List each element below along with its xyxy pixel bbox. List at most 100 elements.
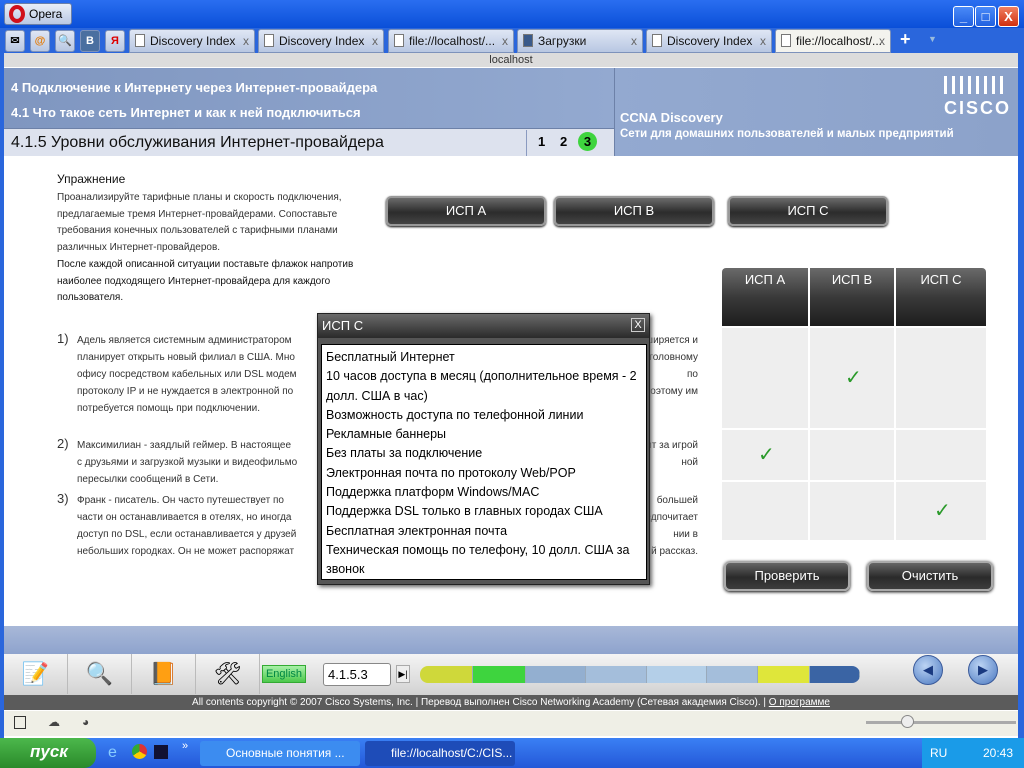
tab-file-localhost-active[interactable]: file://localhost/... x — [775, 29, 891, 53]
mail-icon[interactable]: ✉ — [5, 30, 25, 52]
page-1-link[interactable]: 1 — [538, 134, 545, 149]
tab-discovery-index-1[interactable]: Discovery Index x — [129, 29, 255, 53]
popup-feature-list: Бесплатный Интернет 10 часов доступа в ме… — [321, 344, 647, 580]
tools-icon[interactable]: 🛠 — [196, 654, 260, 694]
tab-discovery-index-2[interactable]: Discovery Index x — [258, 29, 384, 53]
isp-a-button[interactable]: ИСП A — [386, 196, 546, 226]
zoom-slider[interactable] — [866, 721, 1016, 724]
go-to-page-button[interactable]: ▶| — [396, 665, 410, 683]
about-link[interactable]: О программе — [769, 697, 830, 708]
progress-segment[interactable] — [757, 666, 810, 683]
feature-item: Бесплатный Интернет — [326, 350, 455, 364]
answer-cell-3-2[interactable] — [810, 482, 894, 540]
tab-label: file://localhost/... — [409, 34, 496, 48]
tab-downloads[interactable]: Загрузки x — [517, 29, 643, 53]
page-number-input[interactable] — [323, 663, 391, 686]
section-title: 4.1 Что такое сеть Интернет и как к ней … — [11, 105, 361, 120]
document-icon — [652, 34, 662, 47]
language-indicator[interactable]: RU — [930, 746, 947, 760]
course-subtitle: Сети для домашних пользователей и малых … — [620, 128, 954, 140]
yandex-icon[interactable]: Я — [105, 30, 125, 52]
popup-title-bar[interactable]: ИСП C — [318, 314, 649, 338]
chrome-icon[interactable] — [132, 744, 147, 759]
document-icon — [394, 34, 404, 47]
course-progress-bar[interactable] — [420, 666, 860, 683]
cisco-logo: CISCO — [944, 98, 1012, 118]
zoom-slider-handle[interactable] — [901, 715, 914, 728]
copyright-bar: All contents copyright © 2007 Cisco Syst… — [4, 695, 1018, 710]
progress-segment[interactable] — [706, 666, 758, 683]
clear-button[interactable]: Очистить — [867, 561, 993, 591]
search-icon[interactable]: 🔍 — [55, 30, 75, 52]
answer-cell-1-1[interactable] — [722, 328, 808, 428]
feature-item: Электронная почта по протоколу Web/POP — [326, 465, 576, 480]
feature-item: 10 часов доступа в месяц (дополнительное… — [326, 369, 637, 403]
cisco-bridge-logo-icon — [944, 76, 1008, 94]
tab-label: Discovery Index — [150, 34, 236, 48]
answer-cell-1-3[interactable] — [896, 328, 986, 428]
minimize-button[interactable]: _ — [953, 6, 974, 27]
more-icon[interactable]: » — [182, 740, 188, 752]
progress-segment[interactable] — [472, 666, 526, 683]
answer-cell-2-1[interactable]: ✓ — [722, 430, 808, 480]
feature-item: Бесплатная электронная почта — [326, 523, 508, 538]
isp-c-button[interactable]: ИСП C — [728, 196, 888, 226]
divider — [526, 130, 527, 156]
tab-label: Загрузки — [538, 34, 587, 48]
tab-close-icon[interactable]: x — [760, 30, 766, 52]
opera-menu-button[interactable]: Opera — [4, 3, 72, 25]
tab-list-dropdown-icon[interactable]: ▼ — [928, 34, 937, 44]
maximize-button[interactable]: □ — [975, 6, 996, 27]
isp-b-button[interactable]: ИСП B — [554, 196, 714, 226]
page-3-current[interactable]: 3 — [578, 132, 597, 151]
scenario-text: головному — [649, 352, 698, 363]
progress-segment[interactable] — [420, 666, 473, 683]
progress-segment[interactable] — [646, 666, 707, 683]
opera-logo-icon — [9, 5, 25, 23]
vk-icon[interactable]: В — [80, 30, 100, 52]
new-tab-button[interactable]: + — [900, 29, 911, 50]
tab-file-localhost-1[interactable]: file://localhost/... x — [388, 29, 514, 53]
taskbar-item-opera[interactable]: file://localhost/C:/CIS... — [365, 741, 515, 766]
scenario-text: планирует открыть новый филиал в США. Мн… — [77, 352, 295, 363]
taskbar-item-word[interactable]: Основные понятия ... — [200, 741, 360, 766]
book-icon[interactable]: 📙 — [132, 654, 196, 694]
panel-toggle-icon[interactable] — [14, 716, 26, 729]
app-icon[interactable] — [154, 745, 168, 759]
answer-cell-2-3[interactable] — [896, 430, 986, 480]
tab-close-icon[interactable]: x — [502, 30, 508, 52]
page-2-link[interactable]: 2 — [560, 134, 567, 149]
next-page-button[interactable]: ▶ — [968, 655, 998, 685]
answer-cell-2-2[interactable] — [810, 430, 894, 480]
close-window-button[interactable]: X — [998, 6, 1019, 27]
answer-cell-3-1[interactable] — [722, 482, 808, 540]
answer-cell-1-2[interactable]: ✓ — [810, 328, 894, 428]
progress-segment[interactable] — [809, 666, 860, 683]
scenario-text: Адель является системным администратором — [77, 335, 292, 346]
check-button[interactable]: Проверить — [724, 561, 850, 591]
tab-close-icon[interactable]: x — [631, 30, 637, 52]
speed-dial-icon[interactable]: ◕ — [82, 715, 89, 729]
scenario-text: большей — [656, 495, 698, 506]
table-header-isp-c: ИСП C — [896, 268, 986, 326]
tab-discovery-index-3[interactable]: Discovery Index x — [646, 29, 772, 53]
mailru-icon[interactable]: @ — [30, 30, 50, 52]
tab-close-icon[interactable]: x — [372, 30, 378, 52]
progress-segment[interactable] — [525, 666, 587, 683]
download-icon — [523, 34, 533, 47]
scenario-text: ширяется и — [645, 335, 698, 346]
notes-icon[interactable]: 📝 — [4, 654, 68, 694]
popup-close-button[interactable]: X — [631, 318, 645, 332]
feature-item: Без платы за подключение — [326, 446, 483, 461]
progress-segment[interactable] — [586, 666, 647, 683]
tab-close-icon[interactable]: x — [243, 30, 249, 52]
turbo-icon[interactable]: ☁ — [48, 715, 60, 729]
scenario-text: части он останавливается в отелях, но ин… — [77, 512, 292, 523]
search-magnifier-icon[interactable]: 🔍 — [68, 654, 132, 694]
language-button[interactable]: English — [262, 665, 306, 683]
ie-icon[interactable]: e — [108, 744, 117, 762]
tab-close-icon[interactable]: x — [879, 30, 885, 52]
start-button[interactable]: пуск — [0, 738, 96, 768]
previous-page-button[interactable]: ◀ — [913, 655, 943, 685]
answer-cell-3-3[interactable]: ✓ — [896, 482, 986, 540]
